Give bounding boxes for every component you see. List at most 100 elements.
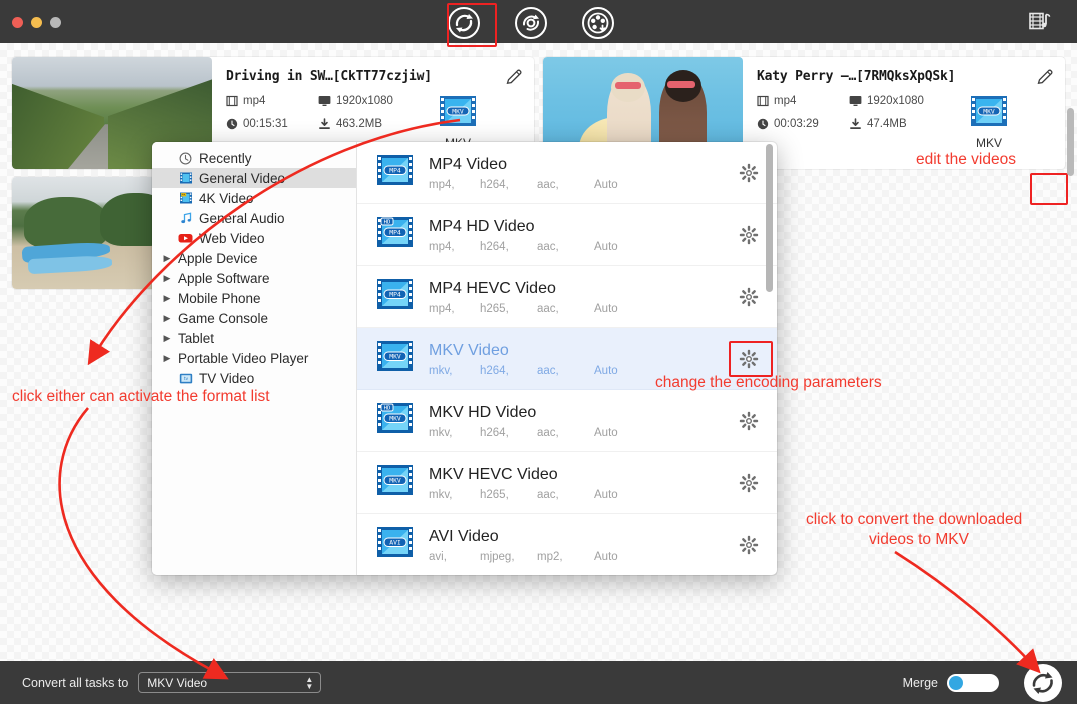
title-bar: [0, 0, 1077, 47]
spec-audio-codec: aac,: [537, 488, 559, 501]
avi-format-icon: AVI: [375, 524, 417, 565]
mp4-format-icon: MP4: [375, 152, 417, 193]
category-apple-software[interactable]: ▶ Apple Software: [152, 268, 356, 288]
format-row-mkv-hevc-video[interactable]: MKV MKV HEVC Video mkv, h265, aac, Auto: [357, 452, 777, 514]
category-label: TV Video: [199, 370, 255, 386]
convert-all-format-select[interactable]: MKV Video ▲ ▼: [138, 672, 322, 693]
format-row-mp4-video[interactable]: MP4 MP4 Video mp4, h264, aac, Auto: [357, 142, 777, 204]
spec-audio-codec: aac,: [537, 426, 559, 439]
svg-text:MKV: MKV: [389, 415, 401, 423]
category-apple-device[interactable]: ▶ Apple Device: [152, 248, 356, 268]
spec-container: mp4,: [429, 178, 455, 191]
format-row-mp4-hd-video[interactable]: HD MP4 MP4 HD Video mp4, h264, aac, Auto: [357, 204, 777, 266]
category-game-console[interactable]: ▶ Game Console: [152, 308, 356, 328]
spec-video-codec: h264,: [480, 426, 509, 439]
svg-text:HD: HD: [384, 220, 391, 226]
spec-audio-codec: aac,: [537, 302, 559, 315]
minimize-button[interactable]: [31, 17, 42, 28]
spec-quality: Auto: [594, 240, 618, 253]
category-general-audio[interactable]: General Audio: [152, 208, 356, 228]
mp4-hd-format-icon: HD MP4: [375, 214, 417, 255]
bottom-bar: Convert all tasks to MKV Video ▲ ▼ Merge: [0, 661, 1077, 704]
stepper-arrows-icon: ▲ ▼: [305, 675, 314, 691]
music-note-icon: [178, 211, 193, 226]
svg-text:MP4: MP4: [389, 229, 401, 237]
category-web-video[interactable]: Web Video: [152, 228, 356, 248]
merge-toggle[interactable]: [947, 673, 999, 692]
category-label: Portable Video Player: [178, 350, 309, 366]
spec-quality: Auto: [594, 302, 618, 315]
category-tv-video[interactable]: tv TV Video: [152, 368, 356, 388]
category-portable-video-player[interactable]: ▶ Portable Video Player: [152, 348, 356, 368]
close-button[interactable]: [12, 17, 23, 28]
task-duration: 00:15:31: [226, 118, 318, 130]
download-icon: [319, 118, 330, 129]
spec-audio-codec: aac,: [537, 240, 559, 253]
tab-converter[interactable]: [445, 4, 482, 41]
film-video-icon: [178, 171, 193, 186]
clock-icon: [178, 151, 193, 166]
monitor-icon: [849, 96, 862, 106]
spec-audio-codec: aac,: [537, 364, 559, 377]
svg-text:HD: HD: [384, 406, 391, 412]
clock-icon: [757, 118, 769, 130]
category-label: Tablet: [178, 330, 215, 346]
window-controls: [12, 17, 61, 28]
category-general-video[interactable]: General Video: [152, 168, 356, 188]
format-text: MKV HD Video mkv, h264, aac, Auto: [417, 403, 739, 439]
spec-audio-codec: aac,: [537, 178, 559, 191]
chevron-right-icon: ▶: [163, 352, 171, 363]
category-tablet[interactable]: ▶ Tablet: [152, 328, 356, 348]
format-row-avi-video[interactable]: AVI AVI Video avi, mjpeg, mp2, Auto: [357, 514, 777, 575]
gear-icon[interactable]: [739, 349, 759, 369]
youtube-icon: [178, 231, 193, 246]
merge-label: Merge: [902, 675, 938, 690]
task-target-format[interactable]: MKV MKV: [959, 93, 1019, 150]
category-mobile-phone[interactable]: ▶ Mobile Phone: [152, 288, 356, 308]
mkv-hd-format-icon: HD MKV: [375, 400, 417, 441]
task-list-scrollbar[interactable]: [1067, 108, 1074, 176]
gear-icon[interactable]: [739, 411, 759, 431]
format-text: MKV HEVC Video mkv, h265, aac, Auto: [417, 465, 739, 501]
chevron-right-icon: ▶: [163, 252, 171, 263]
gear-icon[interactable]: [739, 163, 759, 183]
format-category-list: Recently General Video 4K 4K Video Gener…: [152, 142, 357, 575]
format-specs: mp4, h264, aac, Auto: [429, 241, 739, 253]
category-recently[interactable]: Recently: [152, 148, 356, 168]
category-4k-video[interactable]: 4K 4K Video: [152, 188, 356, 208]
tv-icon: tv: [178, 371, 193, 386]
gear-icon[interactable]: [739, 535, 759, 555]
main-tabs: [445, 4, 616, 41]
format-row-mkv-hd-video[interactable]: HD MKV MKV HD Video mkv, h264, aac, Auto: [357, 390, 777, 452]
gear-icon[interactable]: [739, 225, 759, 245]
task-container: mp4: [757, 95, 849, 107]
convert-all-format-value: MKV Video: [147, 675, 208, 690]
pencil-edit-icon[interactable]: [1035, 67, 1055, 87]
svg-text:MKV: MKV: [389, 353, 401, 361]
task-info: Katy Perry —…[7RMQksXpQSk] mp4 1920x1080…: [743, 57, 1065, 169]
svg-text:MP4: MP4: [389, 167, 401, 175]
format-list-scrollbar[interactable]: [766, 144, 773, 292]
download-icon: [850, 118, 861, 129]
svg-text:MP4: MP4: [389, 291, 401, 299]
tab-downloader[interactable]: [579, 4, 616, 41]
format-row-mkv-video[interactable]: MKV MKV Video mkv, h264, aac, Auto: [357, 328, 777, 390]
category-label: General Video: [199, 170, 286, 186]
task-size: 463.2MB: [318, 118, 438, 130]
format-name: MKV HD Video: [429, 403, 537, 421]
zoom-button[interactable]: [50, 17, 61, 28]
media-library-icon[interactable]: [1027, 9, 1053, 35]
gear-icon[interactable]: [739, 287, 759, 307]
mp4-hevc-format-icon: MP4: [375, 276, 417, 317]
format-text: MP4 HD Video mp4, h264, aac, Auto: [417, 217, 739, 253]
pencil-edit-icon[interactable]: [504, 67, 524, 87]
gear-icon[interactable]: [739, 473, 759, 493]
spec-audio-codec: mp2,: [537, 550, 563, 563]
tab-toolbox[interactable]: [512, 4, 549, 41]
spec-quality: Auto: [594, 364, 618, 377]
convert-button[interactable]: [1023, 663, 1063, 703]
monitor-icon: [318, 96, 331, 106]
task-size: 47.4MB: [849, 118, 969, 130]
spec-video-codec: h265,: [480, 488, 509, 501]
format-row-mp4-hevc-video[interactable]: MP4 MP4 HEVC Video mp4, h265, aac, Auto: [357, 266, 777, 328]
